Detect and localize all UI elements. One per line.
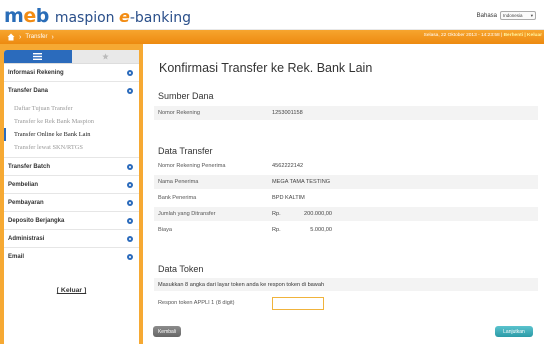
language-selector: Bahasa Indonesia ▾	[477, 11, 536, 20]
star-icon	[102, 53, 109, 60]
amount-row: Jumlah yang Ditransfer Rp. 200.000,00	[154, 207, 538, 221]
field-label: Nomor Rekening	[158, 110, 200, 116]
sidebar-subitem-transfer-online[interactable]: Transfer Online ke Bank Lain	[4, 128, 139, 141]
field-value: MEGA TAMA TESTING	[272, 179, 331, 185]
currency-label: Rp.	[272, 211, 281, 217]
field-label: Bank Penerima	[158, 195, 197, 201]
table-row: Nama Penerima MEGA TAMA TESTING	[154, 175, 538, 189]
language-label: Bahasa	[476, 12, 497, 19]
sidebar-item-pembayaran[interactable]: Pembayaran	[4, 194, 139, 212]
field-label: Biaya	[158, 227, 172, 233]
token-response-input[interactable]	[272, 296, 324, 310]
expand-icon	[127, 88, 133, 94]
sidebar-subitem-transfer-maspion[interactable]: Transfer ke Rek Bank Maspion	[4, 115, 139, 128]
sidebar-item-administrasi[interactable]: Administrasi	[4, 230, 139, 248]
maspion-logo[interactable]: meb maspion e-banking	[4, 5, 192, 27]
expand-icon	[127, 163, 133, 170]
fee-value: 5.000,00	[310, 227, 332, 233]
sidebar: Informasi Rekening Transfer Dana Daftar …	[0, 44, 143, 344]
expand-icon	[127, 217, 133, 224]
sidebar-item-informasi-rekening[interactable]: Informasi Rekening	[4, 64, 139, 82]
field-label: Jumlah yang Ditransfer	[158, 211, 216, 217]
session-info: Selasa, 22 Oktober 2013 - 14:23:58 | Ber…	[423, 33, 542, 38]
section-title-transfer: Data Transfer	[158, 146, 213, 156]
sidebar-subitem-daftar-tujuan[interactable]: Daftar Tujuan Transfer	[4, 102, 139, 115]
expand-icon	[127, 254, 133, 260]
header: meb maspion e-banking Bahasa Indonesia ▾	[0, 0, 544, 30]
sidebar-item-pembelian[interactable]: Pembelian	[4, 176, 139, 194]
home-icon[interactable]	[7, 33, 15, 41]
expand-icon	[127, 235, 133, 242]
continue-button[interactable]: Lanjutkan	[495, 326, 533, 337]
main-content: Konfirmasi Transfer ke Rek. Bank Lain Su…	[150, 44, 544, 344]
sidebar-tabs	[4, 50, 139, 64]
logout-button[interactable]: [ Keluar ]	[4, 287, 139, 294]
expand-icon	[127, 69, 133, 76]
list-icon	[33, 53, 43, 60]
chevron-right-icon: ›	[51, 33, 54, 41]
sidebar-item-deposito[interactable]: Deposito Berjangka	[4, 212, 139, 230]
language-select[interactable]: Indonesia ▾	[500, 11, 536, 20]
expand-icon	[127, 181, 133, 188]
section-title-token: Data Token	[158, 264, 204, 274]
token-row: Respon token APPLI 1 (8 digit)	[154, 295, 538, 311]
tab-menu[interactable]	[4, 50, 72, 63]
chevron-down-icon: ▾	[530, 12, 533, 18]
table-row: Bank Penerima BPD KALTIM	[154, 191, 538, 205]
field-value: BPD KALTIM	[272, 195, 305, 201]
field-label: Nama Penerima	[158, 179, 199, 185]
sidebar-subitem-transfer-skn[interactable]: Transfer lewat SKN/RTGS	[4, 141, 139, 154]
breadcrumb-transfer[interactable]: Transfer	[25, 34, 47, 40]
field-label: Respon token APPLI 1 (8 digit)	[158, 300, 235, 306]
sidebar-submenu: Daftar Tujuan Transfer Transfer ke Rek B…	[4, 100, 139, 158]
logout-link[interactable]: Berhenti | Keluar	[504, 33, 542, 38]
brand-name: maspion e-banking	[54, 7, 192, 26]
source-account-row: Nomor Rekening 1253001158	[154, 106, 538, 120]
sidebar-item-transfer-batch[interactable]: Transfer Batch	[4, 158, 139, 176]
sidebar-item-transfer-dana[interactable]: Transfer Dana	[4, 82, 139, 100]
sidebar-menu: Informasi Rekening Transfer Dana Daftar …	[4, 64, 139, 266]
sidebar-item-email[interactable]: Email	[4, 248, 139, 266]
logo-mark: meb	[4, 5, 49, 27]
field-label: Nomor Rekening Penerima	[158, 163, 226, 169]
expand-icon	[127, 199, 133, 206]
table-row: Nomor Rekening Penerima 4562222142	[154, 159, 538, 173]
token-instruction: Masukkan 8 angka dari layar token anda k…	[154, 278, 538, 291]
page-title: Konfirmasi Transfer ke Rek. Bank Lain	[159, 61, 373, 75]
back-button[interactable]: Kembali	[153, 326, 181, 337]
tab-favorites[interactable]	[71, 50, 139, 63]
field-value: 1253001158	[272, 110, 303, 116]
sidebar-panel: Informasi Rekening Transfer Dana Daftar …	[4, 50, 139, 344]
chevron-right-icon: ›	[19, 33, 22, 41]
field-value: 4562222142	[272, 163, 304, 169]
breadcrumb-bar: › Transfer › Selasa, 22 Oktober 2013 - 1…	[0, 30, 544, 44]
fee-row: Biaya Rp. 5.000,00	[154, 223, 538, 237]
currency-label: Rp.	[272, 227, 281, 233]
amount-value: 200.000,00	[304, 211, 332, 217]
section-title-source: Sumber Dana	[158, 91, 214, 101]
